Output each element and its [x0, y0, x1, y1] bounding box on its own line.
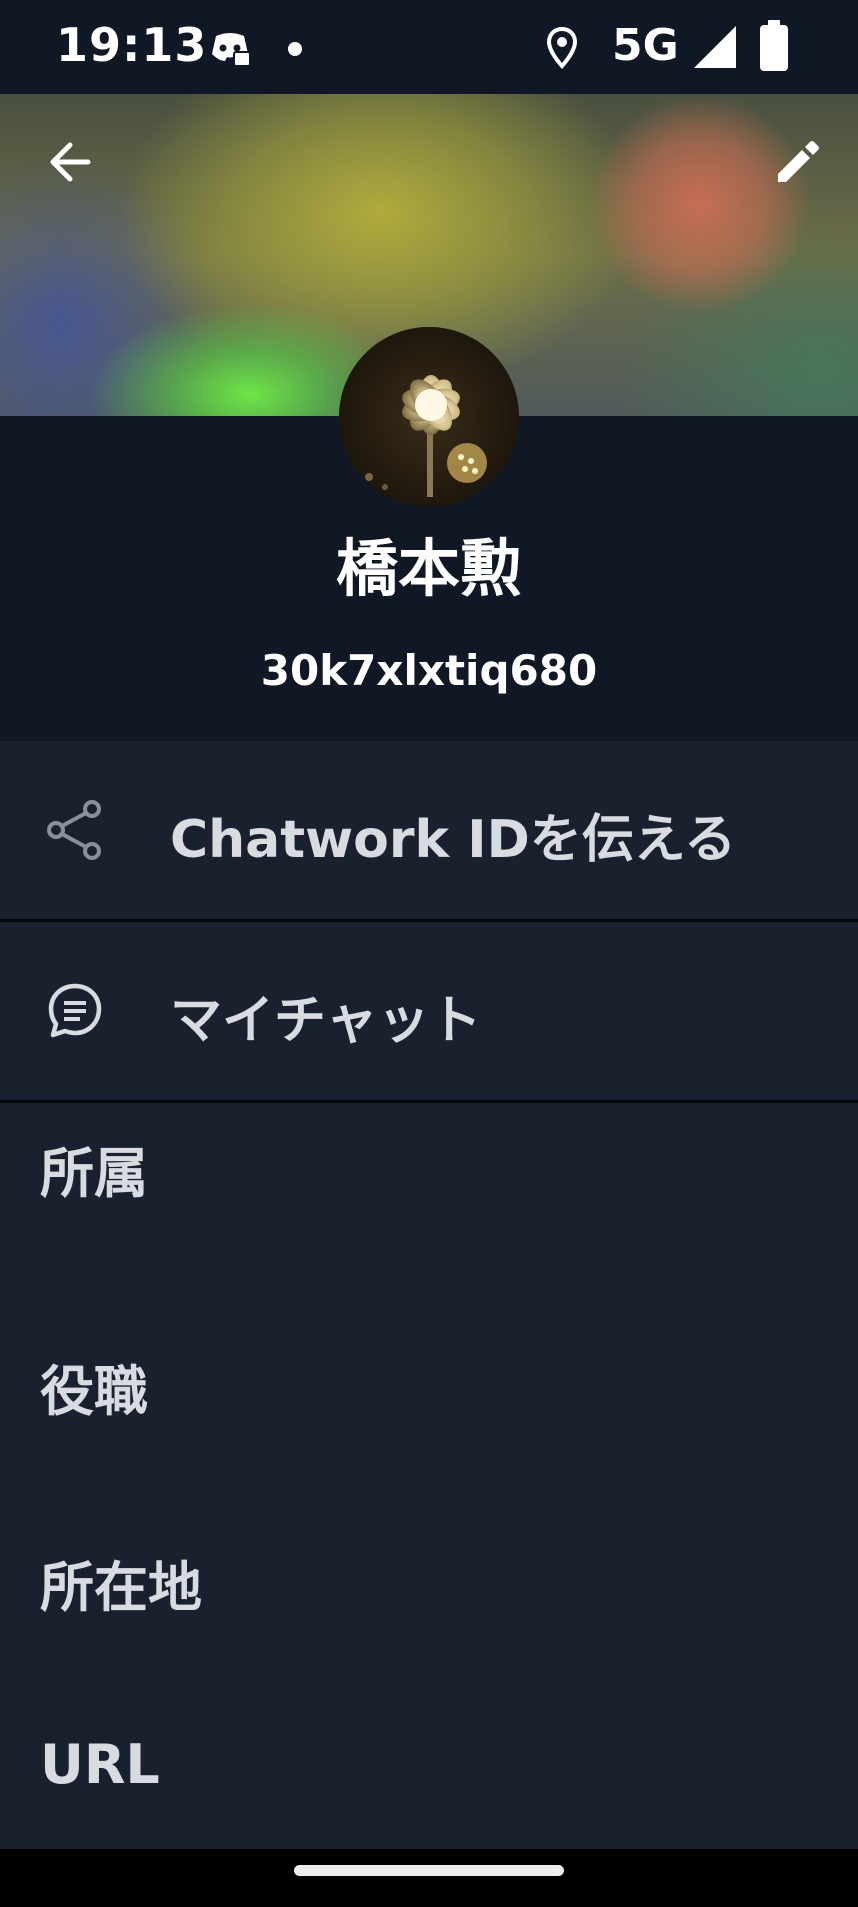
- notification-dot: [288, 42, 302, 56]
- signal-icon: [694, 26, 736, 68]
- share-label: Chatwork IDを伝える: [170, 810, 737, 870]
- avatar[interactable]: [339, 327, 519, 507]
- status-bar: 19:13 5G: [0, 0, 858, 94]
- profile-fields: 所属 役職 所在地 URL: [0, 1103, 858, 1849]
- status-time: 19:13: [56, 18, 208, 72]
- profile-name: 橋本勲: [335, 532, 522, 605]
- affiliation-label: 所属: [40, 1142, 148, 1205]
- chatwork-id: 30k7xlxtiq680: [260, 646, 598, 695]
- job-title-label: 役職: [40, 1360, 148, 1423]
- location-label: 所在地: [40, 1556, 202, 1619]
- battery-icon: [760, 20, 788, 71]
- share-chatwork-id-button[interactable]: Chatwork IDを伝える: [0, 741, 858, 919]
- avatar-image: [339, 327, 519, 507]
- url-label: URL: [40, 1733, 160, 1796]
- my-chat-label: マイチャット: [170, 991, 482, 1051]
- home-indicator[interactable]: [294, 1865, 564, 1876]
- chat-bubble-icon: [48, 983, 102, 1038]
- location-icon: [546, 26, 578, 69]
- pencil-icon[interactable]: [768, 132, 828, 192]
- my-chat-button[interactable]: マイチャット: [0, 922, 858, 1100]
- back-arrow-icon[interactable]: [40, 132, 100, 192]
- network-type: 5G: [612, 20, 679, 71]
- navigation-bar: [0, 1849, 858, 1907]
- share-icon: [47, 800, 101, 860]
- discord-icon: [212, 33, 251, 67]
